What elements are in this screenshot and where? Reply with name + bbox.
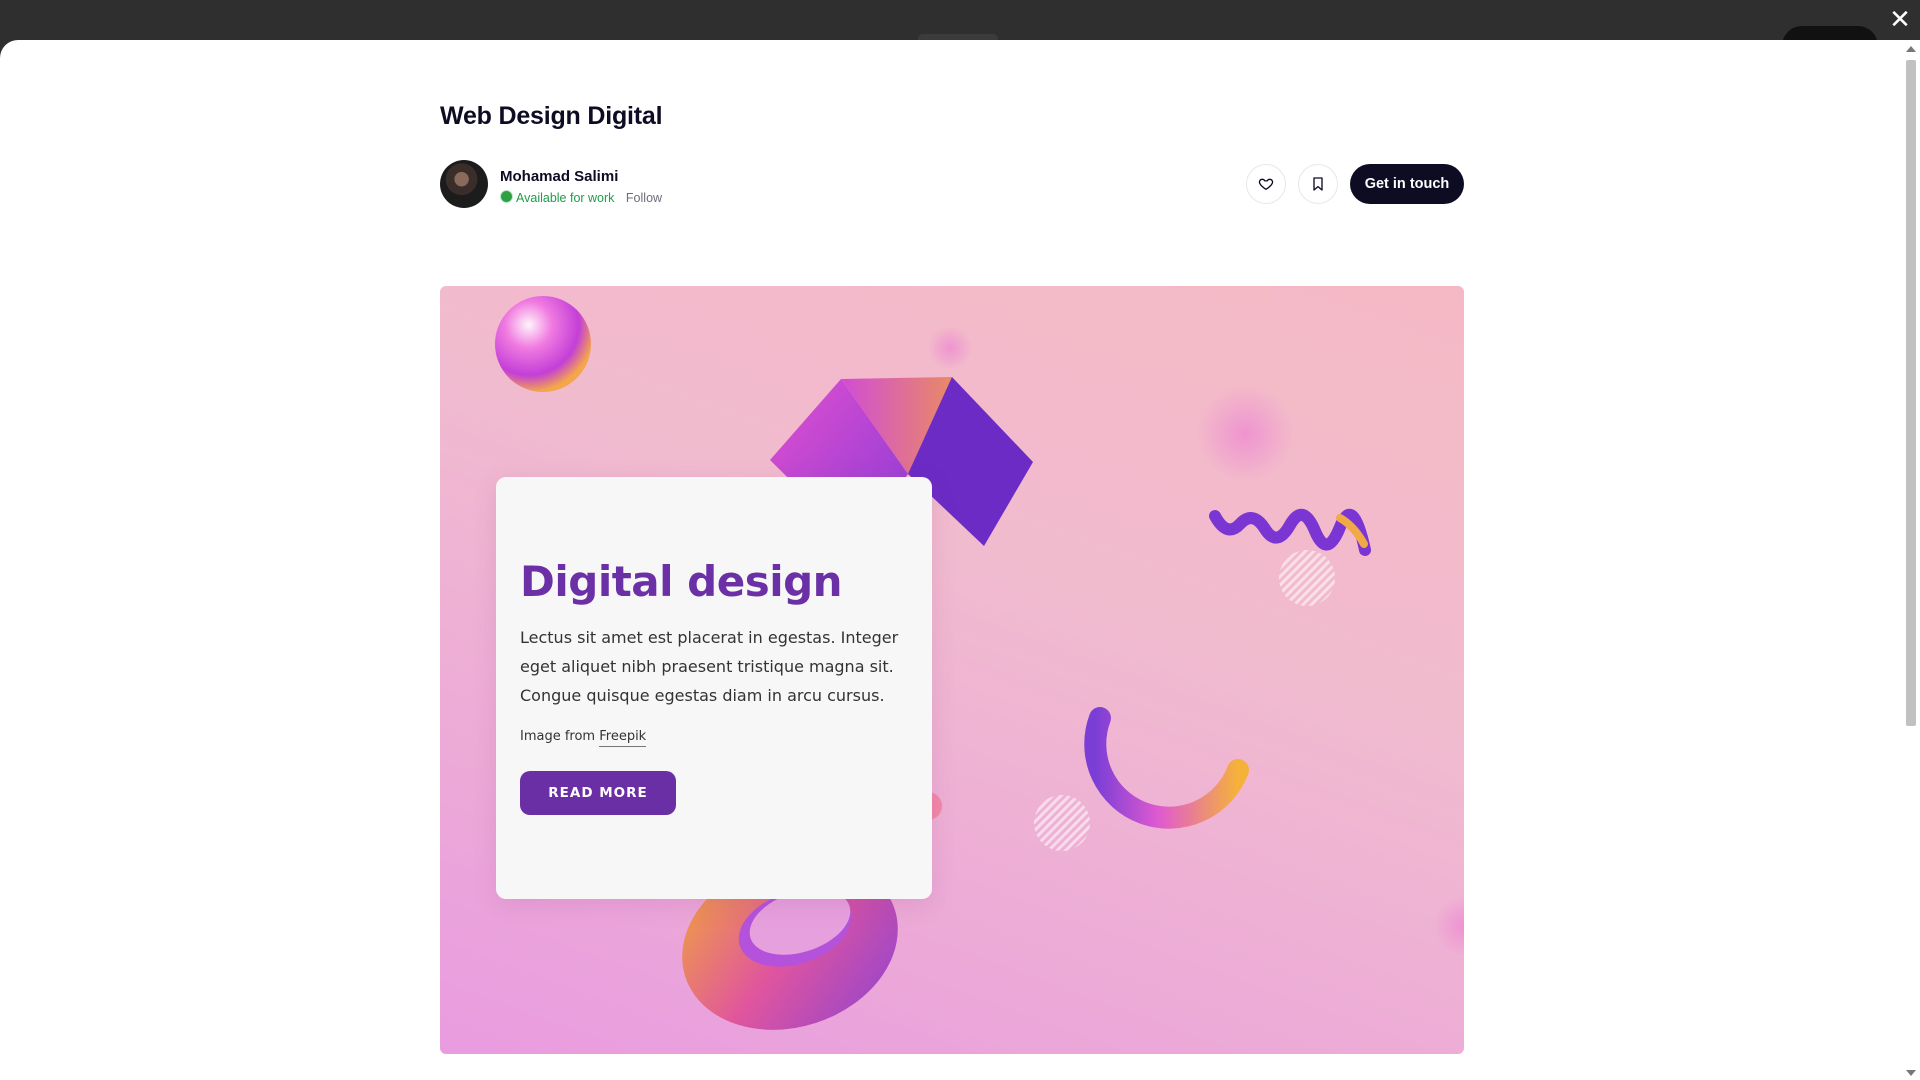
credit-link: Freepik — [599, 729, 647, 747]
image-credit: Image from Freepik — [520, 729, 647, 747]
read-more-button: READ MORE — [520, 771, 676, 815]
shot-content: Web Design Digital Mohamad Salimi Availa… — [440, 102, 1464, 1054]
save-button[interactable] — [1298, 164, 1338, 204]
like-button[interactable] — [1246, 164, 1286, 204]
avatar[interactable] — [440, 160, 488, 208]
author-name[interactable]: Mohamad Salimi — [500, 168, 618, 185]
card-body: Lectus sit amet est placerat in egestas.… — [520, 628, 899, 705]
credit-prefix: Image from — [520, 729, 600, 744]
author-status: Available for work Follow — [500, 190, 662, 205]
modal-scrollbar[interactable] — [1902, 40, 1920, 1080]
shot-title: Web Design Digital — [440, 102, 663, 130]
author-row: Mohamad Salimi Available for work Follow… — [440, 160, 1464, 210]
scrollbar-thumb[interactable] — [1906, 60, 1916, 726]
scroll-down-icon[interactable] — [1906, 1070, 1916, 1076]
shot-modal: Web Design Digital Mohamad Salimi Availa… — [0, 40, 1920, 1080]
availability-label: Available for work — [516, 191, 615, 205]
card-title: Digital design — [520, 557, 843, 606]
available-dot-icon — [500, 190, 513, 203]
follow-link[interactable]: Follow — [626, 191, 662, 205]
close-icon[interactable]: ✕ — [1886, 6, 1914, 34]
heart-icon — [1258, 178, 1274, 190]
shot-image: Digital design Lectus sit amet est place… — [440, 286, 1464, 1054]
scroll-up-icon[interactable] — [1906, 46, 1916, 52]
bookmark-icon — [1313, 177, 1323, 191]
get-in-touch-button[interactable]: Get in touch — [1350, 164, 1464, 204]
promo-card: Digital design Lectus sit amet est place… — [496, 477, 932, 899]
